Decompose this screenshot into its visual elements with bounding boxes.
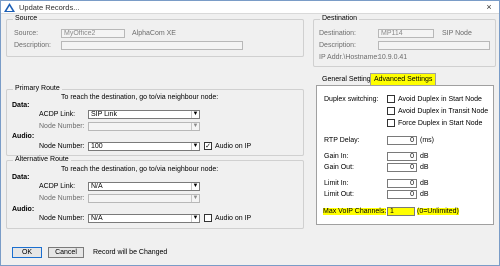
chevron-down-icon[interactable]: ▼: [191, 143, 199, 150]
alternative-audio-on-ip-checkbox[interactable]: [204, 214, 212, 222]
avoid-duplex-transit-checkbox[interactable]: [387, 107, 395, 115]
ip-address-label: IP Addr.\Hostname:: [319, 54, 380, 61]
source-group-title: Source: [13, 15, 40, 22]
max-voip-channels-input[interactable]: 1: [387, 207, 415, 216]
primary-node-number-select: ▼: [88, 122, 200, 131]
status-text: Record will be Changed: [93, 249, 168, 256]
chevron-down-icon[interactable]: ▼: [191, 215, 199, 222]
gain-in-label: Gain In:: [324, 153, 349, 160]
primary-audio-node-number-value: 100: [91, 143, 103, 150]
limit-out-unit: dB: [420, 191, 429, 198]
primary-audio-node-number-select[interactable]: 100 ▼: [88, 142, 200, 151]
primary-node-number-label: Node Number:: [39, 123, 85, 130]
limit-out-input[interactable]: 0: [387, 190, 417, 199]
alternative-audio-node-number-select[interactable]: N/A ▼: [88, 214, 200, 223]
gain-out-input[interactable]: 0: [387, 163, 417, 172]
alternative-instruction: To reach the destination, go to/via neig…: [61, 166, 219, 173]
alternative-audio-on-ip-label: Audio on IP: [215, 215, 252, 222]
destination-group-title: Destination: [320, 15, 360, 22]
destination-label: Destination:: [319, 30, 356, 37]
ip-address-value: 10.9.0.41: [378, 54, 408, 61]
chevron-down-icon[interactable]: ▼: [191, 111, 199, 118]
destination-description-label: Description:: [319, 42, 356, 49]
alternative-data-label: Data:: [12, 174, 30, 181]
primary-acdp-link-value: SIP Link: [91, 111, 117, 118]
destination-field: MP114: [378, 29, 434, 38]
alternative-audio-node-number-value: N/A: [91, 215, 103, 222]
alternative-acdp-link-label: ACDP Link:: [39, 183, 76, 190]
primary-audio-on-ip-label: Audio on IP: [215, 143, 252, 150]
limit-in-label: Limit In:: [324, 180, 349, 187]
close-icon[interactable]: ×: [483, 2, 495, 13]
source-field: MyOffice2: [61, 29, 125, 38]
window-title: Update Records...: [19, 3, 80, 12]
source-type: AlphaCom XE: [132, 30, 176, 37]
gain-out-label: Gain Out:: [324, 164, 354, 171]
source-group: Source: [6, 15, 304, 57]
max-voip-channels-hint: (0=Unlimited): [417, 208, 459, 215]
alternative-node-number-label: Node Number:: [39, 195, 85, 202]
avoid-duplex-start-label: Avoid Duplex in Start Node: [398, 96, 482, 103]
max-voip-channels-label: Max VoIP Channels:: [323, 208, 387, 215]
gain-out-unit: dB: [420, 164, 429, 171]
primary-audio-on-ip-checkbox[interactable]: ✓: [204, 142, 212, 150]
primary-audio-node-number-label: Node Number:: [39, 143, 85, 150]
primary-acdp-link-select[interactable]: SIP Link ▼: [88, 110, 200, 119]
ok-button[interactable]: OK: [12, 247, 42, 258]
tab-advanced-settings[interactable]: Advanced Settings: [370, 73, 437, 85]
alternative-acdp-link-select[interactable]: N/A ▼: [88, 182, 200, 191]
primary-route-title: Primary Route: [13, 85, 62, 92]
limit-in-input[interactable]: 0: [387, 179, 417, 188]
primary-acdp-link-label: ACDP Link:: [39, 111, 76, 118]
primary-audio-label: Audio:: [12, 133, 35, 140]
alternative-route-title: Alternative Route: [13, 156, 71, 163]
title-bar: Update Records... ×: [1, 1, 499, 14]
alternative-acdp-link-value: N/A: [91, 183, 103, 190]
primary-instruction: To reach the destination, go to/via neig…: [61, 94, 219, 101]
destination-type: SIP Node: [442, 30, 472, 37]
gain-in-unit: dB: [420, 153, 429, 160]
source-label: Source:: [14, 30, 39, 37]
force-duplex-start-checkbox[interactable]: [387, 119, 395, 127]
rtp-delay-input[interactable]: 0: [387, 136, 417, 145]
rtp-delay-label: RTP Delay:: [324, 137, 360, 144]
force-duplex-start-label: Force Duplex in Start Node: [398, 120, 483, 127]
duplex-switching-label: Duplex switching:: [324, 96, 379, 103]
rtp-delay-unit: (ms): [420, 137, 434, 144]
chevron-down-icon: ▼: [191, 123, 199, 130]
primary-data-label: Data:: [12, 102, 30, 109]
update-records-dialog: Update Records... × Source Source: MyOff…: [0, 0, 500, 266]
avoid-duplex-start-checkbox[interactable]: [387, 95, 395, 103]
source-description-label: Description:: [14, 42, 51, 49]
chevron-down-icon: ▼: [191, 195, 199, 202]
gain-in-input[interactable]: 0: [387, 152, 417, 161]
alternative-audio-node-number-label: Node Number:: [39, 215, 85, 222]
cancel-button[interactable]: Cancel: [48, 247, 84, 258]
avoid-duplex-transit-label: Avoid Duplex in Transit Node: [398, 108, 489, 115]
app-logo-icon: [4, 3, 15, 12]
source-description-field: [61, 41, 243, 50]
alternative-audio-label: Audio:: [12, 206, 35, 213]
limit-out-label: Limit Out:: [324, 191, 354, 198]
chevron-down-icon[interactable]: ▼: [191, 183, 199, 190]
alternative-node-number-select: ▼: [88, 194, 200, 203]
limit-in-unit: dB: [420, 180, 429, 187]
destination-description-field: [378, 41, 490, 50]
